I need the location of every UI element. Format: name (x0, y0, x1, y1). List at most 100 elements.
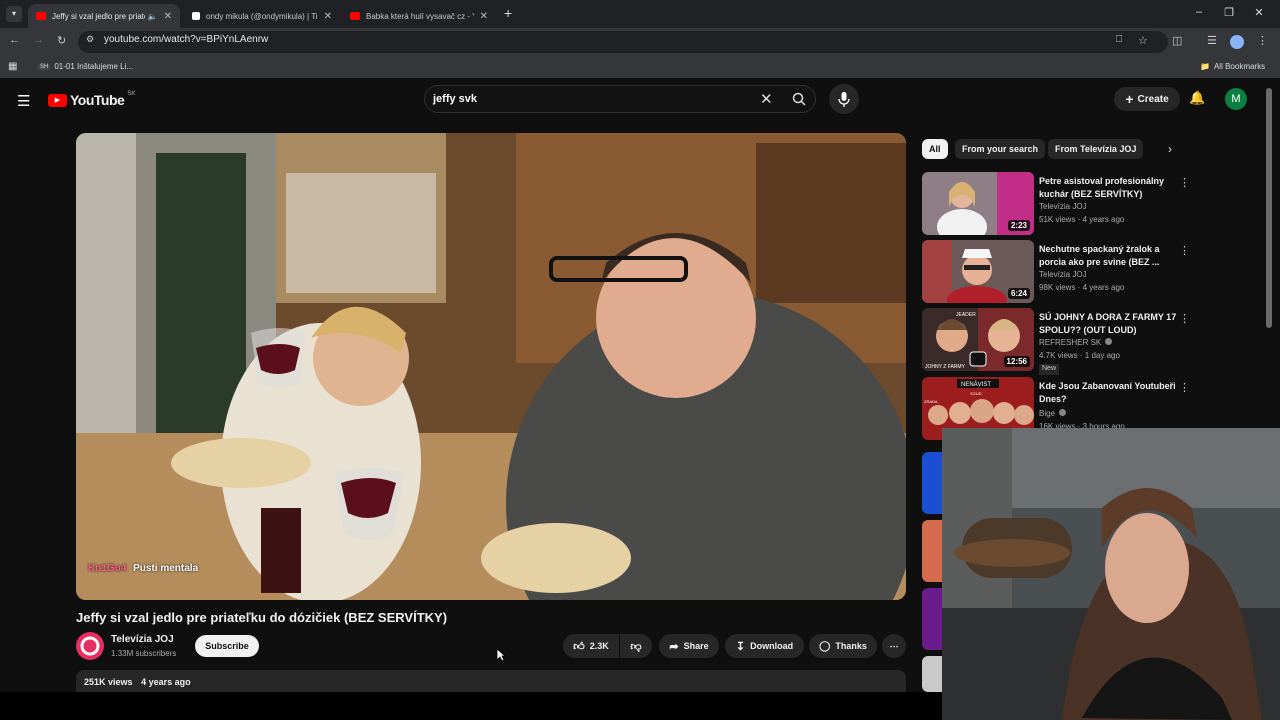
thanks-label: Thanks (835, 641, 867, 651)
related-thumbnail-partial[interactable] (922, 656, 942, 692)
voice-search-button[interactable] (829, 84, 859, 114)
related-meta: 4.7K views · 1 day ago (1039, 351, 1120, 360)
page-scrollbar[interactable] (1266, 88, 1272, 328)
more-vert-icon[interactable]: ⋮ (1179, 381, 1190, 394)
video-thumbnail[interactable]: JOHNY Z FARMY JEADER 12:56 (922, 308, 1034, 371)
search-button[interactable] (783, 86, 815, 112)
bottom-black-bar (0, 692, 942, 720)
related-video[interactable]: JOHNY Z FARMY JEADER 12:56 SÚ JOHNY A DO… (922, 308, 1192, 372)
browser-tab[interactable]: ondy mikula (@ondymikula) | TikTok ✕ (184, 4, 340, 28)
search-box[interactable] (424, 85, 816, 113)
tiktok-favicon-icon (192, 12, 200, 20)
more-vert-icon[interactable]: ⋮ (1179, 176, 1190, 189)
upload-age: 4 years ago (141, 677, 191, 687)
video-caption-overlay: Kn1Gu4 Pusti mentala (88, 563, 198, 574)
more-actions-button[interactable]: ⋯ (882, 634, 906, 658)
thanks-button[interactable]: ◯ Thanks (809, 634, 877, 658)
related-channel[interactable]: REFRESHER SK (1039, 338, 1113, 347)
search-icon (792, 92, 806, 106)
site-info-icon[interactable]: ⚙ (86, 34, 94, 45)
channel-avatar[interactable] (76, 632, 104, 660)
related-channel[interactable]: Televízia JOJ (1039, 270, 1087, 279)
chip-from-your-search[interactable]: From your search (955, 139, 1046, 159)
install-app-icon[interactable]: ⎕ (1116, 34, 1122, 45)
back-icon[interactable]: ← (9, 34, 20, 46)
related-video[interactable]: 2:23 Petre asistoval profesionálny kuchá… (922, 172, 1192, 236)
all-bookmarks-label: All Bookmarks (1213, 62, 1266, 71)
folder-icon: 📁 (1200, 62, 1210, 71)
video-thumbnail[interactable]: 6:24 (922, 240, 1034, 303)
video-player[interactable] (76, 133, 906, 600)
search-input[interactable]: jeffy svk (433, 93, 477, 105)
download-icon: ↧ (735, 640, 746, 653)
browser-tab[interactable]: Babka která hulí vysavač cz - YouTube ✕ (342, 4, 496, 28)
restore-icon[interactable]: ❐ (1219, 6, 1239, 19)
url-text[interactable]: youtube.com/watch?v=BPiYnLAenrw (104, 34, 268, 45)
channel-name[interactable]: Televízia JOJ (111, 634, 174, 645)
youtube-logo[interactable]: ▶ YouTube SK (48, 91, 136, 108)
close-window-icon[interactable]: ✕ (1249, 6, 1269, 19)
media-control-icon[interactable]: ☰ (1207, 34, 1217, 47)
duration-badge: 6:24 (1007, 288, 1030, 299)
related-thumbnail-partial[interactable] (922, 588, 942, 650)
account-avatar[interactable]: M (1225, 88, 1247, 110)
related-title[interactable]: Petre asistoval profesionálny kuchár (BE… (1039, 175, 1179, 201)
minimize-icon[interactable]: – (1189, 6, 1209, 18)
more-horizontal-icon: ⋯ (889, 640, 899, 651)
close-tab-icon[interactable]: ✕ (164, 11, 172, 22)
notifications-bell-icon[interactable]: 🔔 (1189, 90, 1205, 106)
chips-next-chevron-icon[interactable]: › (1168, 142, 1172, 156)
create-button[interactable]: + Create (1114, 87, 1180, 111)
close-tab-icon[interactable]: ✕ (324, 11, 332, 22)
hamburger-menu-icon[interactable]: ☰ (17, 92, 30, 110)
related-video[interactable]: 6:24 Nechutne spackaný žralok a porcia a… (922, 240, 1192, 304)
more-vert-icon[interactable]: ⋮ (1179, 244, 1190, 257)
browser-tab-active[interactable]: Jeffy si vzal jedlo pre priateľku do dóz… (28, 4, 180, 28)
related-channel[interactable]: Televízia JOJ (1039, 202, 1087, 211)
chip-from-channel[interactable]: From Televízia JOJ (1048, 139, 1144, 159)
reload-icon[interactable]: ↻ (57, 34, 66, 47)
super-thanks-icon: ◯ (819, 640, 831, 652)
subscribe-button[interactable]: Subscribe (195, 635, 259, 657)
webcam-image (942, 428, 1280, 720)
share-button[interactable]: ➦ Share (659, 634, 719, 658)
all-bookmarks[interactable]: 📁 All Bookmarks (1200, 62, 1265, 71)
thumbs-down-icon: 👎︎ (630, 640, 642, 653)
dislike-button[interactable]: 👎︎ (620, 634, 652, 658)
bookmark-star-icon[interactable]: ☆ (1138, 34, 1148, 47)
browser-tab-strip: ▾ Jeffy si vzal jedlo pre priateľku do d… (0, 0, 1280, 28)
region-code: SK (127, 91, 136, 97)
video-thumbnail[interactable]: 2:23 (922, 172, 1034, 235)
browser-menu-icon[interactable]: ⋮ (1257, 34, 1268, 47)
new-tab-button[interactable]: + (504, 5, 512, 21)
clear-search-icon[interactable]: ✕ (760, 90, 773, 108)
like-button[interactable]: 👍︎ 2.3K (563, 634, 619, 658)
subscriber-count: 1.33M subscribers (111, 649, 177, 658)
thumbnail-text-top: NENÁVIST (961, 381, 991, 388)
more-vert-icon[interactable]: ⋮ (1179, 312, 1190, 325)
related-channel-name: Bige (1039, 409, 1056, 418)
new-badge: New (1039, 364, 1060, 375)
bookmark-item[interactable]: SH 01-01 Inštalujeme Li... (38, 62, 133, 71)
description-box[interactable] (76, 670, 906, 692)
related-title[interactable]: SÚ JOHNY A DORA Z FARMY 17 SPOLU?? (OUT … (1039, 311, 1179, 337)
close-tab-icon[interactable]: ✕ (480, 11, 488, 22)
related-thumbnail-partial[interactable] (922, 452, 942, 514)
related-title[interactable]: Kde Jsou Zabanovaní Youtubeři Dnes? (1039, 380, 1179, 406)
tab-title: Jeffy si vzal jedlo pre priateľku do dóz… (52, 11, 145, 21)
speaker-icon[interactable]: 🔈 (148, 12, 158, 21)
related-channel[interactable]: Bige (1039, 409, 1067, 418)
duration-badge: 2:23 (1007, 220, 1030, 231)
verified-badge-icon (1105, 338, 1113, 345)
download-button[interactable]: ↧ Download (725, 634, 804, 658)
profile-avatar-icon[interactable] (1230, 35, 1244, 49)
extensions-icon[interactable]: ◫ (1172, 34, 1182, 47)
related-title[interactable]: Nechutne spackaný žralok a porcia ako pr… (1039, 243, 1179, 269)
forward-icon[interactable]: → (33, 34, 44, 46)
related-thumbnail-partial[interactable] (922, 520, 942, 582)
chip-all[interactable]: All (922, 139, 948, 159)
thumbnail-text-left: JOHNY Z FARMY (925, 364, 966, 370)
apps-grid-icon[interactable]: ▦ (8, 61, 17, 72)
tab-search-button[interactable]: ▾ (6, 6, 22, 22)
tab-title: ondy mikula (@ondymikula) | TikTok (206, 11, 318, 21)
